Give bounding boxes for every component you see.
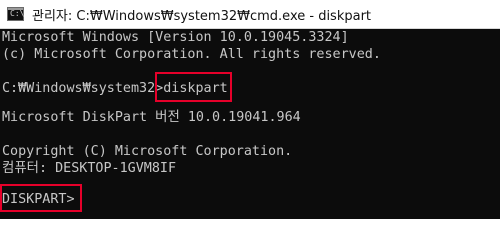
console-area[interactable]: Microsoft Windows [Version 10.0.19045.33… [0, 29, 500, 219]
prompt-path: C:₩Windows₩system32> [2, 81, 164, 96]
command-highlight-box [155, 72, 232, 102]
diskpart-version-line: Microsoft DiskPart 버전 10.0.19041.964 [2, 110, 301, 125]
prompt-highlight-box [0, 184, 82, 212]
cmd-window: C:\ 관리자: C:₩Windows₩system32₩cmd.exe - d… [0, 0, 500, 219]
window-title: 관리자: C:₩Windows₩system32₩cmd.exe - diskp… [32, 8, 372, 24]
diskpart-copyright-line: Copyright (C) Microsoft Corporation. [2, 144, 293, 159]
copyright-line: (c) Microsoft Corporation. All rights re… [2, 47, 381, 62]
computer-name-line: 컴퓨터: DESKTOP-1GVM8IF [2, 161, 177, 176]
version-line: Microsoft Windows [Version 10.0.19045.33… [2, 30, 349, 45]
title-bar[interactable]: C:\ 관리자: C:₩Windows₩system32₩cmd.exe - d… [0, 0, 500, 29]
cmd-icon: C:\ [7, 7, 24, 21]
